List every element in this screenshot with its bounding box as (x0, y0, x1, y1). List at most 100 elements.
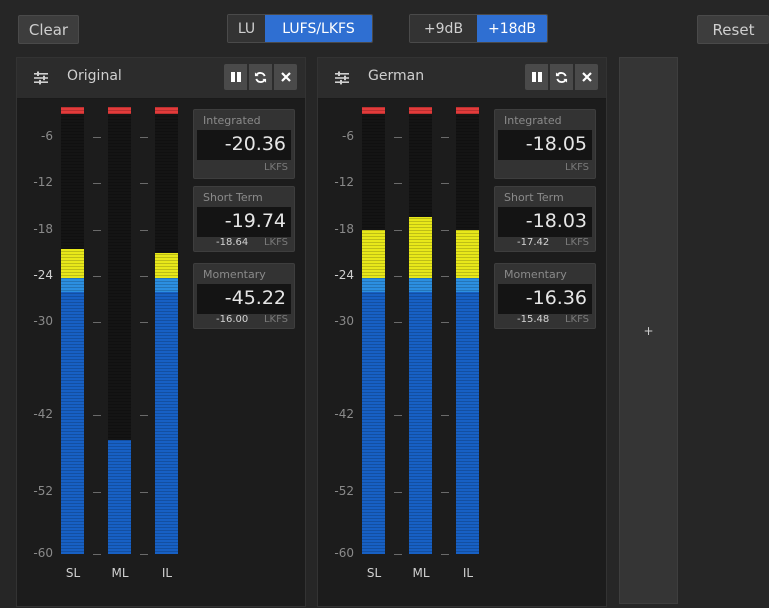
readout-value-box: -16.36 (498, 284, 592, 314)
meter-texture (456, 107, 479, 554)
readout-sub-value: -15.48 (517, 314, 550, 325)
scale-dash (441, 415, 449, 417)
meter-texture (108, 107, 131, 554)
sliders-icon[interactable] (33, 70, 49, 86)
toolbar: Clear LU LUFS/LKFS +9dB +18dB Reset (0, 0, 769, 48)
unit-lu-option[interactable]: LU (228, 15, 265, 42)
readout-sub-value: -18.64 (216, 237, 249, 248)
readout-unit: LKFS (564, 314, 589, 325)
readout-unit: LKFS (564, 237, 589, 248)
panel-title: German (368, 68, 425, 84)
close-icon[interactable] (575, 64, 598, 90)
scale-dash (140, 492, 148, 494)
scale-dash (140, 415, 148, 417)
unit-lufs-option[interactable]: LUFS/LKFS (265, 15, 372, 42)
scale-dash (441, 229, 449, 231)
pause-icon[interactable] (525, 64, 548, 90)
scale-label: -6 (342, 129, 354, 144)
readout-value: -19.74 (224, 210, 286, 232)
scale-dash (394, 276, 402, 278)
level-meter (61, 107, 84, 554)
unit-toggle: LU LUFS/LKFS (227, 14, 373, 43)
readout-short-term: Short Term -19.74 -18.64 LKFS (193, 186, 295, 252)
scale-dash (140, 276, 148, 278)
scale-label: -30 (33, 314, 53, 329)
scale-dash (441, 322, 449, 324)
readout-value-box: -45.22 (197, 284, 291, 314)
readout-title: Momentary (203, 268, 266, 281)
meter-panel-original: Original -6 -12 -18 -24 -30 -42 -52 -60 SL ML IL In… (16, 57, 306, 607)
scale-dash (93, 229, 101, 231)
readout-value: -16.36 (525, 287, 587, 309)
panel-header: Original (17, 58, 305, 99)
channel-label: SL (366, 566, 382, 580)
pause-icon[interactable] (224, 64, 247, 90)
scale-dash (441, 492, 449, 494)
channel-label: ML (111, 566, 129, 580)
scale-dash (394, 554, 402, 555)
level-meter (409, 107, 432, 554)
scale-dash (93, 322, 101, 324)
readout-value: -18.03 (525, 210, 587, 232)
readout-value-box: -20.36 (197, 130, 291, 160)
panel-title: Original (67, 68, 122, 84)
readout-sub-value: -17.42 (517, 237, 550, 248)
range-9db-option[interactable]: +9dB (410, 15, 477, 42)
readout-unit: LKFS (564, 162, 589, 173)
readout-title: Momentary (504, 268, 567, 281)
scale-dash (93, 183, 101, 185)
channel-label: IL (161, 566, 173, 580)
clear-button[interactable]: Clear (18, 15, 79, 44)
refresh-icon[interactable] (550, 64, 573, 90)
scale-label: -24 (33, 268, 53, 283)
reset-button[interactable]: Reset (697, 15, 769, 44)
readout-value: -20.36 (224, 133, 286, 155)
readout-sub-value: -16.00 (216, 314, 249, 325)
level-meter (155, 107, 178, 554)
scale-label: -30 (334, 314, 354, 329)
readout-title: Integrated (504, 114, 562, 127)
scale-label: -12 (334, 175, 354, 190)
close-icon[interactable] (274, 64, 297, 90)
readout-value-box: -18.05 (498, 130, 592, 160)
add-panel-button[interactable]: + (619, 57, 678, 604)
readout-value-box: -18.03 (498, 207, 592, 237)
scale-label: -52 (334, 484, 354, 499)
meter-texture (61, 107, 84, 554)
scale-dash (140, 137, 148, 139)
channel-label: ML (412, 566, 430, 580)
scale-label: -24 (334, 268, 354, 283)
channel-label: SL (65, 566, 81, 580)
scale-dash (441, 137, 449, 139)
scale-label: -42 (33, 407, 53, 422)
scale-dash (441, 183, 449, 185)
meter-texture (409, 107, 432, 554)
scale-dash (394, 322, 402, 324)
readout-value-box: -19.74 (197, 207, 291, 237)
level-meter (108, 107, 131, 554)
scale-dash (93, 492, 101, 494)
range-18db-option[interactable]: +18dB (477, 15, 547, 42)
panel-header: German (318, 58, 606, 99)
scale-label: -60 (334, 546, 354, 560)
readout-momentary: Momentary -45.22 -16.00 LKFS (193, 263, 295, 329)
scale-dash (140, 322, 148, 324)
scale-dash (394, 137, 402, 139)
meter-texture (362, 107, 385, 554)
scale-dash (394, 229, 402, 231)
scale-dash (140, 229, 148, 231)
level-meter (456, 107, 479, 554)
scale-dash (93, 276, 101, 278)
sliders-icon[interactable] (334, 70, 350, 86)
scale-label: -60 (33, 546, 53, 560)
scale-label: -12 (33, 175, 53, 190)
refresh-icon[interactable] (249, 64, 272, 90)
readout-unit: LKFS (263, 314, 288, 325)
readout-short-term: Short Term -18.03 -17.42 LKFS (494, 186, 596, 252)
scale-dash (93, 415, 101, 417)
readout-momentary: Momentary -16.36 -15.48 LKFS (494, 263, 596, 329)
channel-label: IL (462, 566, 474, 580)
readout-title: Short Term (203, 191, 263, 204)
level-meter (362, 107, 385, 554)
scale-dash (441, 554, 449, 555)
